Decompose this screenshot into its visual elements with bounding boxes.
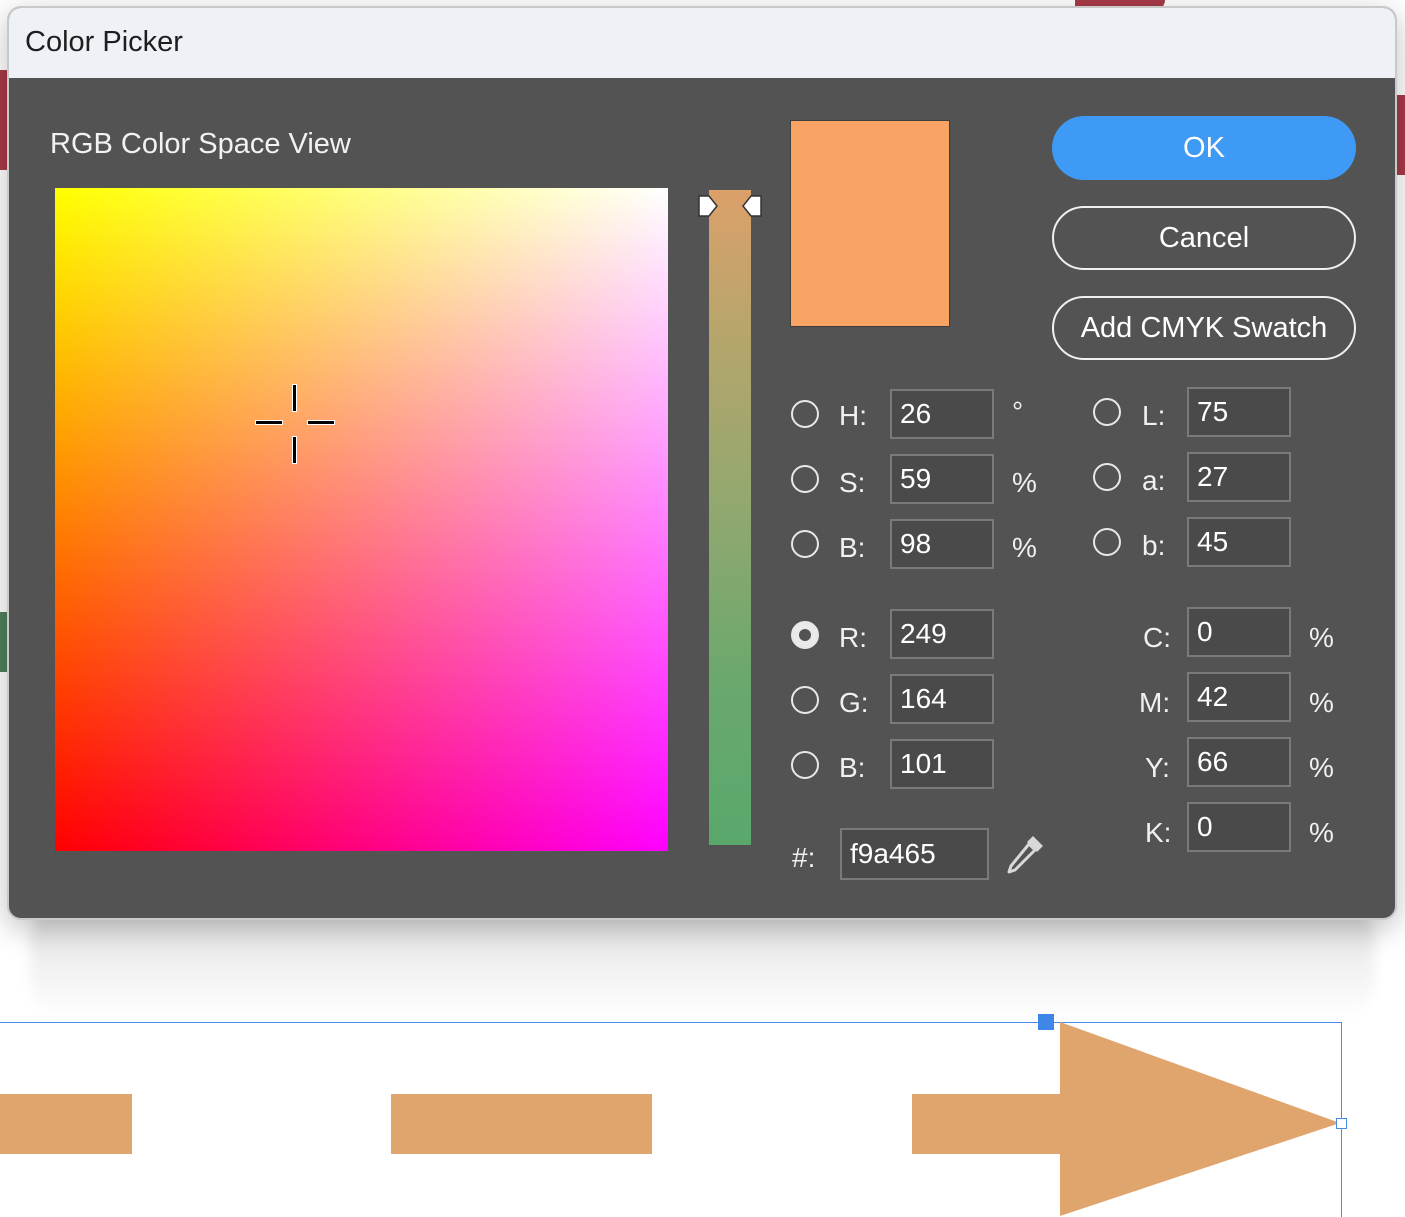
magenta-label: M: <box>1139 687 1171 718</box>
saturation-unit: % <box>1012 467 1037 498</box>
lab-l-label: L: <box>1142 400 1166 431</box>
radio-lab-a[interactable] <box>1093 463 1121 491</box>
red-label: R: <box>839 622 867 653</box>
blue-input[interactable]: 101 <box>890 739 994 789</box>
cyan-unit: % <box>1309 622 1334 653</box>
radio-saturation[interactable] <box>791 465 819 493</box>
green-input[interactable]: 164 <box>890 674 994 724</box>
cancel-button[interactable]: Cancel <box>1052 206 1356 270</box>
magenta-input[interactable]: 42 <box>1187 672 1291 722</box>
lab-a-label: a: <box>1142 465 1166 496</box>
radio-blue[interactable] <box>791 751 819 779</box>
yellow-input[interactable]: 66 <box>1187 737 1291 787</box>
red-input[interactable]: 249 <box>890 609 994 659</box>
color-field[interactable] <box>55 188 668 851</box>
green-label: G: <box>839 687 869 718</box>
artwork-dash[interactable] <box>0 1094 132 1154</box>
cyan-label: C: <box>1143 622 1171 653</box>
hue-unit: ° <box>1012 396 1024 427</box>
black-input[interactable]: 0 <box>1187 802 1291 852</box>
color-slider[interactable] <box>709 190 751 845</box>
ok-button[interactable]: OK <box>1052 116 1356 180</box>
radio-lab-b[interactable] <box>1093 528 1121 556</box>
black-label: K: <box>1145 817 1172 848</box>
radio-lab-l[interactable] <box>1093 398 1121 426</box>
add-cmyk-swatch-button[interactable]: Add CMYK Swatch <box>1052 296 1356 360</box>
lab-b-input[interactable]: 45 <box>1187 517 1291 567</box>
color-space-label: RGB Color Space View <box>50 128 351 160</box>
new-color-preview <box>790 120 950 327</box>
lab-l-input[interactable]: 75 <box>1187 387 1291 437</box>
color-picker-dialog: Color Picker RGB Color Space View OK Can… <box>7 6 1397 920</box>
brightness-input[interactable]: 98 <box>890 519 994 569</box>
anchor-point[interactable] <box>1336 1118 1347 1129</box>
brightness-label: B: <box>839 532 866 563</box>
hue-input[interactable]: 26 <box>890 389 994 439</box>
selection-handle[interactable] <box>1038 1014 1054 1030</box>
yellow-label: Y: <box>1145 752 1170 783</box>
artwork-dash[interactable] <box>391 1094 652 1154</box>
artwork-dash[interactable] <box>912 1094 1072 1154</box>
radio-brightness[interactable] <box>791 530 819 558</box>
saturation-input[interactable]: 59 <box>890 454 994 504</box>
magenta-unit: % <box>1309 687 1334 718</box>
lab-a-input[interactable]: 27 <box>1187 452 1291 502</box>
crosshair-icon[interactable] <box>255 384 335 464</box>
dialog-title: Color Picker <box>25 26 183 58</box>
slider-handle-icon[interactable] <box>697 194 763 218</box>
radio-hue[interactable] <box>791 400 819 428</box>
brightness-unit: % <box>1012 532 1037 563</box>
black-unit: % <box>1309 817 1334 848</box>
eyedropper-icon[interactable] <box>999 830 1049 880</box>
title-bar[interactable]: Color Picker <box>9 8 1395 78</box>
artwork-arrowhead[interactable] <box>1060 1022 1342 1216</box>
hue-label: H: <box>839 400 867 431</box>
blue-label: B: <box>839 752 866 783</box>
saturation-label: S: <box>839 467 866 498</box>
cyan-input[interactable]: 0 <box>1187 607 1291 657</box>
yellow-unit: % <box>1309 752 1334 783</box>
radio-green[interactable] <box>791 686 819 714</box>
radio-red[interactable] <box>791 621 819 649</box>
lab-b-label: b: <box>1142 530 1166 561</box>
hex-input[interactable]: f9a465 <box>840 828 989 880</box>
hex-label: #: <box>792 842 816 873</box>
